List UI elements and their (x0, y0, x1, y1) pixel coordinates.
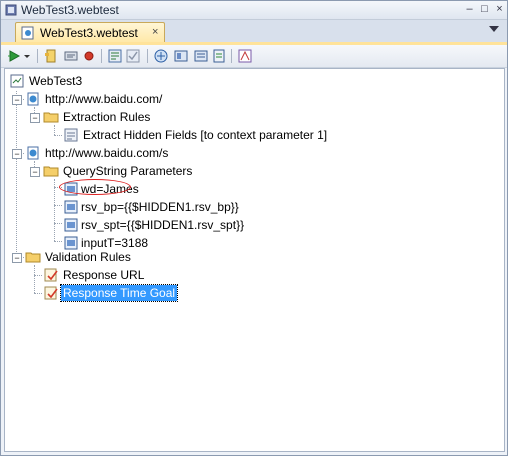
tree-connector (34, 293, 42, 294)
tree-node-label: rsv_bp={{$HIDDEN1.rsv_bp}} (81, 200, 239, 214)
add-request-icon[interactable] (43, 48, 59, 64)
querystring-parameter-icon (64, 200, 78, 214)
tree-connector (54, 125, 55, 135)
tree-connector (54, 135, 62, 136)
tree-node-label: rsv_spt={{$HIDDEN1.rsv_spt}} (81, 218, 245, 232)
tree-connector (34, 275, 42, 276)
web-request-icon (27, 92, 39, 106)
tree-node-label: Response URL (63, 268, 145, 282)
toolbar-separator (37, 49, 38, 63)
toolbar-separator (147, 49, 148, 63)
tree-connector (54, 179, 55, 241)
collapse-toggle-icon[interactable]: − (12, 253, 22, 263)
window-title: WebTest3.webtest (21, 3, 119, 17)
validation-rule-icon (44, 286, 58, 300)
tree-connector (54, 205, 62, 206)
generate-code-icon[interactable] (237, 48, 253, 64)
tab-webtest3[interactable]: WebTest3.webtest × (15, 22, 165, 43)
collapse-toggle-icon[interactable]: − (12, 95, 22, 105)
web-request-icon (27, 146, 39, 160)
folder-icon (25, 252, 41, 263)
querystring-parameter-icon (64, 218, 78, 232)
collapse-toggle-icon[interactable]: − (12, 149, 22, 159)
minimize-icon[interactable]: – (463, 3, 476, 16)
tree-connector (34, 265, 35, 293)
tree-node-label: Extraction Rules (63, 110, 151, 124)
parameterize-icon[interactable] (153, 48, 169, 64)
toolbar-separator (101, 49, 102, 63)
app-icon (5, 4, 17, 16)
extract-icon[interactable] (107, 48, 123, 64)
validation-rule-icon (44, 268, 58, 282)
tree-node-label: Validation Rules (45, 250, 131, 264)
tree-node-label: http://www.baidu.com/s (45, 146, 169, 160)
tree-node-label: QueryString Parameters (63, 164, 193, 178)
collapse-toggle-icon[interactable]: − (30, 113, 40, 123)
folder-icon (43, 112, 59, 123)
tree-node-label-selected: Response Time Goal (59, 284, 179, 302)
validate-icon[interactable] (125, 48, 141, 64)
record-icon[interactable] (81, 48, 97, 64)
webtest-icon (10, 74, 24, 88)
red-annotation-ellipse (59, 179, 131, 195)
tab-list-dropdown-icon[interactable] (489, 26, 499, 32)
plugin-icon[interactable] (211, 48, 227, 64)
tree-connector (54, 223, 62, 224)
insert-comment-icon[interactable] (63, 48, 79, 64)
folder-icon (43, 166, 59, 177)
credentials-icon[interactable] (193, 48, 209, 64)
tree-node-label: http://www.baidu.com/ (45, 92, 163, 106)
close-icon[interactable]: × (493, 3, 506, 16)
document-tab-bar: WebTest3.webtest × (1, 20, 507, 43)
webtest-file-icon (21, 26, 34, 40)
tree-connector (16, 91, 17, 256)
toolbar-separator (231, 49, 232, 63)
tab-label: WebTest3.webtest (40, 26, 138, 40)
dropdown-arrow-icon[interactable] (23, 48, 31, 64)
context-icon[interactable] (173, 48, 189, 64)
webtest-tree: WebTest3 − http://www.baidu.com/ − Extra… (4, 68, 505, 452)
extraction-rule-icon (64, 128, 78, 142)
maximize-icon[interactable]: □ (478, 3, 491, 16)
webtest-toolbar (1, 45, 507, 68)
ide-window: WebTest3.webtest – □ × WebTest3.webtest … (0, 0, 508, 456)
run-test-icon[interactable] (7, 48, 23, 64)
tree-connector (54, 241, 62, 242)
tree-node-label: WebTest3 (29, 74, 83, 88)
tab-close-icon[interactable]: × (152, 26, 158, 38)
title-bar: WebTest3.webtest – □ × (1, 1, 507, 20)
tree-node-label: Extract Hidden Fields [to context parame… (83, 128, 328, 142)
collapse-toggle-icon[interactable]: − (30, 167, 40, 177)
